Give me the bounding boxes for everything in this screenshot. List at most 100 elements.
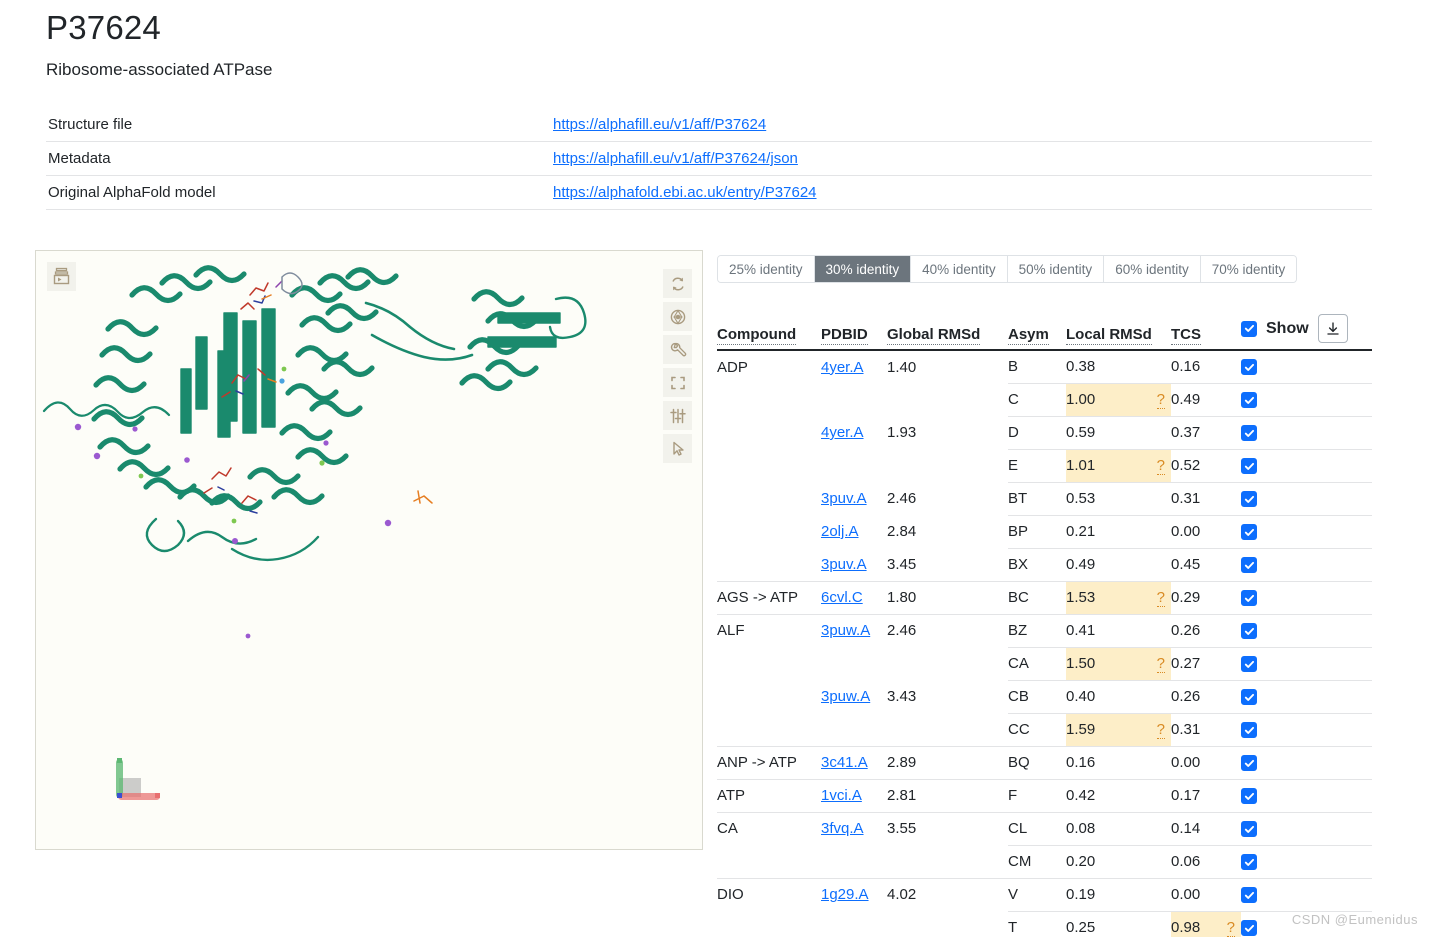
show-row-checkbox[interactable] <box>1241 491 1257 508</box>
cell-pad <box>1286 547 1372 581</box>
show-row-checkbox[interactable] <box>1241 887 1257 904</box>
show-row-checkbox[interactable] <box>1241 788 1257 805</box>
check-glyph <box>1244 660 1254 668</box>
download-icon[interactable] <box>1317 314 1348 343</box>
cell-asym: BT <box>1008 481 1066 515</box>
metadata-link[interactable]: https://alphafill.eu/v1/aff/P37624/json <box>553 150 798 167</box>
tab-identity-40[interactable]: 40% identity <box>911 256 1008 282</box>
pdbid-link[interactable]: 4yer.A <box>821 424 864 441</box>
show-row-checkbox[interactable] <box>1241 920 1257 937</box>
show-row-checkbox[interactable] <box>1241 425 1257 442</box>
cell-local-rmsd: 0.49 <box>1066 547 1171 581</box>
cell-local-rmsd: 0.59 <box>1066 415 1171 449</box>
pdbid-link[interactable]: 3c41.A <box>821 754 868 771</box>
info-link-cell: https://alphafill.eu/v1/aff/P37624/json <box>551 141 1372 176</box>
table-row: 3puv.A 3.45 BX 0.49 0.45 <box>717 547 1372 581</box>
table-row: C 1.00? 0.49 <box>717 382 1372 416</box>
cell-global-rmsd: 2.89 <box>887 745 1008 779</box>
pdbid-link[interactable]: 3puw.A <box>821 688 870 705</box>
pdbid-link[interactable]: 3puv.A <box>821 556 867 573</box>
pdbid-link[interactable]: 4yer.A <box>821 359 864 376</box>
cell-global-rmsd <box>887 449 1008 482</box>
show-row-checkbox[interactable] <box>1241 854 1257 871</box>
question-mark-icon[interactable]: ? <box>1156 655 1165 673</box>
cursor-icon[interactable] <box>663 434 692 463</box>
show-row-checkbox[interactable] <box>1241 821 1257 838</box>
sliders-icon[interactable] <box>663 401 692 430</box>
watermark: CSDN @Eumenidus <box>1291 912 1418 927</box>
pdbid-link[interactable]: 3fvq.A <box>821 820 864 837</box>
structure-file-link[interactable]: https://alphafill.eu/v1/aff/P37624 <box>553 116 766 133</box>
alphafold-model-link[interactable]: https://alphafold.ebi.ac.uk/entry/P37624 <box>553 184 817 201</box>
cell-compound: AGS -> ATP <box>717 580 821 614</box>
cell-pdbid: 3puv.A <box>821 548 887 581</box>
header-asym[interactable]: Asym <box>1008 310 1066 351</box>
show-row-checkbox[interactable] <box>1241 392 1257 409</box>
pdbid-link[interactable]: 1g29.A <box>821 886 869 903</box>
tab-identity-60[interactable]: 60% identity <box>1104 256 1201 282</box>
cell-local-rmsd: 1.50? <box>1066 646 1171 680</box>
table-row: CC 1.59? 0.31 <box>717 712 1372 746</box>
cell-pdbid: 6cvl.C <box>821 580 887 614</box>
check-glyph <box>1244 726 1254 734</box>
show-row-checkbox[interactable] <box>1241 623 1257 640</box>
identity-tab-bar: 25% identity 30% identity 40% identity 5… <box>717 255 1298 283</box>
hits-table-body: ADP 4yer.A 1.40 B 0.38 0.16 C 1.00? 0.49 4yer.A 1.… <box>717 349 1372 937</box>
question-mark-icon[interactable]: ? <box>1156 457 1165 475</box>
header-global-rmsd[interactable]: Global RMSd <box>887 310 1008 351</box>
cell-global-rmsd <box>887 911 1008 937</box>
show-row-checkbox[interactable] <box>1241 359 1257 376</box>
table-row: 3puv.A 2.46 BT 0.53 0.31 <box>717 481 1372 515</box>
question-mark-icon[interactable]: ? <box>1156 589 1165 607</box>
pdbid-link[interactable]: 3puv.A <box>821 490 867 507</box>
question-mark-icon[interactable]: ? <box>1156 391 1165 409</box>
tab-identity-70[interactable]: 70% identity <box>1200 256 1297 282</box>
header-pdbid[interactable]: PDBID <box>821 310 887 351</box>
show-row-checkbox[interactable] <box>1241 524 1257 541</box>
reset-rotation-icon[interactable] <box>663 269 692 298</box>
wrench-icon[interactable] <box>663 335 692 364</box>
cell-pdbid <box>821 911 887 937</box>
cell-asym: CM <box>1008 844 1066 878</box>
question-mark-icon[interactable]: ? <box>1156 721 1165 739</box>
header-local-rmsd[interactable]: Local RMSd <box>1066 310 1171 351</box>
cell-global-rmsd: 3.45 <box>887 555 917 573</box>
cell-tcs: 0.16 <box>1171 349 1241 383</box>
pdbid-link[interactable]: 3puw.A <box>821 622 870 639</box>
structure-viewer[interactable] <box>35 250 703 850</box>
info-label: Metadata <box>46 141 551 176</box>
show-row-checkbox[interactable] <box>1241 755 1257 772</box>
show-row-checkbox[interactable] <box>1241 722 1257 739</box>
check-glyph <box>1244 324 1254 332</box>
header-compound[interactable]: Compound <box>717 310 821 351</box>
pdbid-link[interactable]: 2olj.A <box>821 523 859 540</box>
cell-asym: BP <box>1008 514 1066 548</box>
tab-identity-50[interactable]: 50% identity <box>1007 256 1105 282</box>
check-glyph <box>1244 429 1254 437</box>
header-tcs[interactable]: TCS <box>1171 310 1241 351</box>
show-all-checkbox[interactable] <box>1241 320 1257 337</box>
tab-identity-30[interactable]: 30% identity <box>814 256 912 282</box>
show-row-checkbox[interactable] <box>1241 590 1257 607</box>
cell-pad <box>1286 712 1372 746</box>
pdbid-link[interactable]: 1vci.A <box>821 787 862 804</box>
show-row-checkbox[interactable] <box>1241 557 1257 574</box>
screenshot-icon[interactable] <box>663 302 692 331</box>
cell-global-rmsd <box>887 713 1008 746</box>
cell-show <box>1241 349 1286 383</box>
question-mark-icon[interactable]: ? <box>1226 919 1235 937</box>
show-row-checkbox[interactable] <box>1241 656 1257 673</box>
fullscreen-icon[interactable] <box>663 368 692 397</box>
cell-global-rmsd: 2.46 <box>887 613 1008 647</box>
check-glyph <box>1244 693 1254 701</box>
show-row-checkbox[interactable] <box>1241 458 1257 475</box>
pdbid-link[interactable]: 6cvl.C <box>821 589 863 606</box>
cell-pdbid <box>821 383 887 416</box>
tab-identity-25[interactable]: 25% identity <box>718 256 815 282</box>
check-glyph <box>1244 363 1254 371</box>
show-row-checkbox[interactable] <box>1241 689 1257 706</box>
table-row: 3puw.A 3.43 CB 0.40 0.26 <box>717 679 1372 713</box>
layers-panel-icon[interactable] <box>47 262 76 291</box>
cell-local-rmsd: 0.53 <box>1066 481 1171 515</box>
info-link-cell: https://alphafill.eu/v1/aff/P37624 <box>551 108 1372 142</box>
